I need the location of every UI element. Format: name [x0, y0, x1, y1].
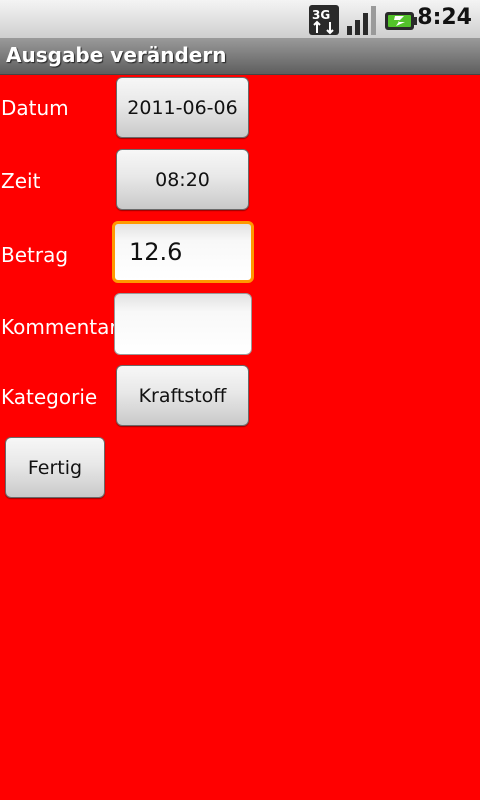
status-clock: 8:24	[417, 5, 472, 30]
svg-text:3G: 3G	[312, 8, 330, 22]
fertig-button[interactable]: Fertig	[5, 437, 105, 498]
betrag-input[interactable]: 12.6	[112, 221, 254, 283]
zeit-label: Zeit	[1, 169, 41, 193]
kategorie-label: Kategorie	[1, 385, 98, 409]
kategorie-button[interactable]: Kraftstoff	[116, 365, 249, 426]
battery-charging-icon	[385, 12, 417, 30]
screen: 3G 8:24 Ausgabe verändern Datum 2011-06-…	[0, 0, 480, 800]
kommentar-label: Kommentar	[1, 315, 118, 339]
betrag-label: Betrag	[1, 243, 69, 267]
zeit-value: 08:20	[155, 168, 210, 191]
fertig-label: Fertig	[27, 456, 83, 479]
3g-data-icon: 3G	[309, 5, 339, 35]
zeit-button[interactable]: 08:20	[116, 149, 249, 210]
signal-strength-icon	[347, 6, 376, 35]
title-bar: Ausgabe verändern	[0, 38, 480, 75]
status-bar: 3G 8:24	[0, 0, 480, 38]
kategorie-value: Kraftstoff	[138, 384, 227, 407]
page-title: Ausgabe verändern	[6, 43, 227, 67]
kommentar-input[interactable]	[114, 293, 252, 355]
datum-value: 2011-06-06	[127, 96, 238, 119]
datum-button[interactable]: 2011-06-06	[116, 77, 249, 138]
betrag-value: 12.6	[129, 238, 183, 266]
datum-label: Datum	[1, 96, 69, 120]
